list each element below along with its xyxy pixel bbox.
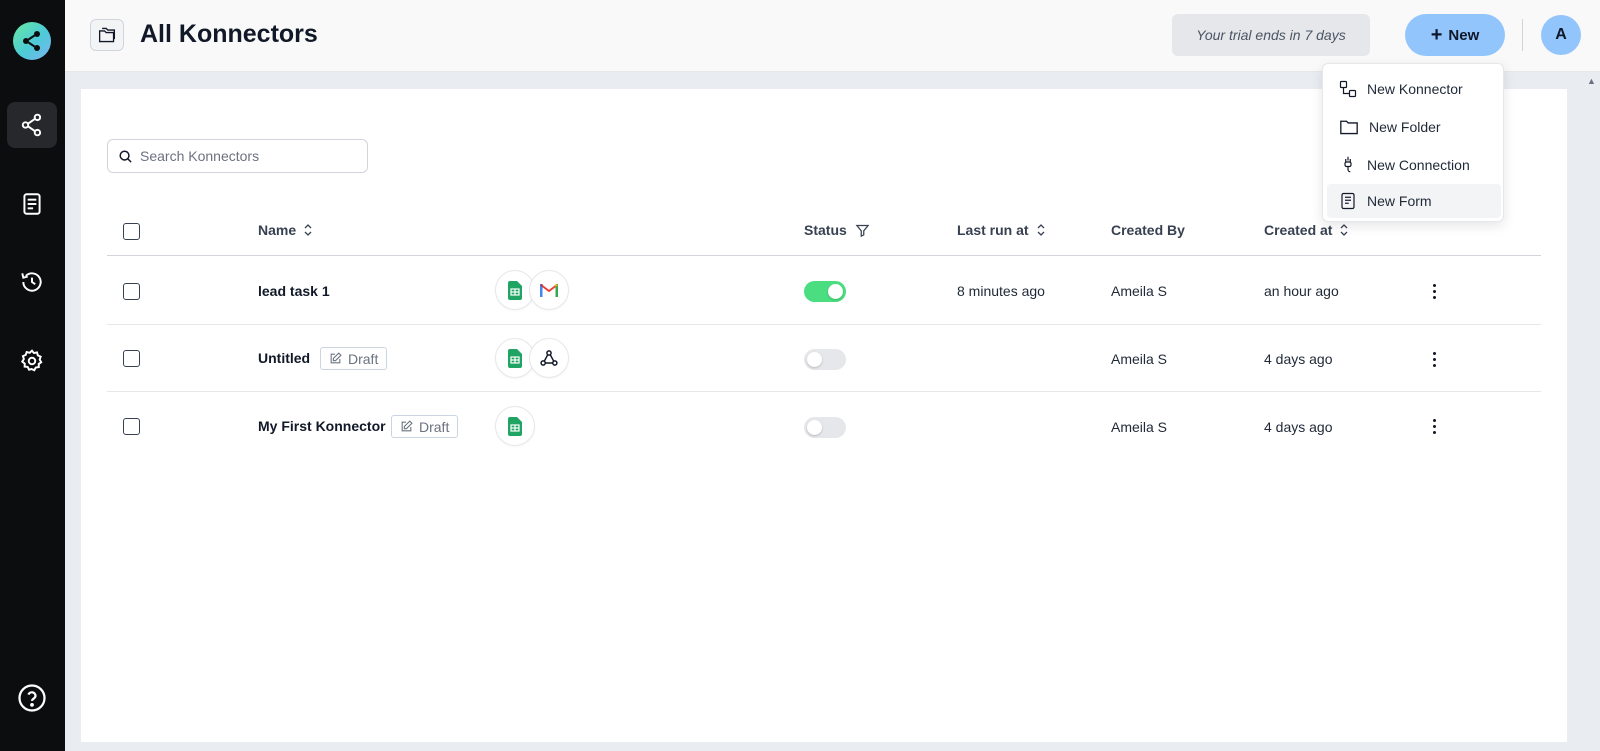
sort-icon	[304, 224, 312, 236]
konnectify-logo[interactable]	[13, 22, 51, 60]
menu-item-label: New Folder	[1369, 119, 1441, 135]
search-icon	[119, 150, 132, 163]
sort-icon	[1341, 224, 1348, 236]
search-box[interactable]	[107, 139, 368, 173]
scroll-up-arrow[interactable]: ▲	[1587, 76, 1596, 86]
google-sheets-icon	[495, 406, 535, 446]
edit-icon	[330, 352, 342, 364]
user-avatar[interactable]: A	[1541, 15, 1581, 55]
share-icon	[23, 31, 40, 51]
last-run-cell: 8 minutes ago	[957, 283, 1045, 299]
sort-icon	[1037, 224, 1045, 236]
new-dropdown-menu: New Konnector New Folder New Connection …	[1322, 63, 1504, 222]
row-checkbox[interactable]	[123, 350, 140, 367]
toggle-knob	[828, 284, 843, 299]
column-last-run-label: Last run at	[957, 222, 1029, 238]
konnector-name[interactable]: lead task 1	[258, 283, 330, 299]
page-title: All Konnectors	[140, 20, 318, 48]
created-at-cell: an hour ago	[1264, 283, 1339, 299]
column-header-last-run[interactable]: Last run at	[957, 222, 1045, 238]
toggle-knob	[807, 352, 822, 367]
column-header-created-by: Created By	[1111, 222, 1185, 238]
sidebar-item-history[interactable]	[7, 259, 57, 305]
status-toggle[interactable]	[804, 417, 846, 438]
trial-notice: Your trial ends in 7 days	[1172, 14, 1370, 56]
column-created-at-label: Created at	[1264, 222, 1333, 238]
column-status-label: Status	[804, 222, 847, 238]
top-header: All Konnectors Your trial ends in 7 days…	[65, 0, 1600, 72]
menu-item-label: New Konnector	[1367, 81, 1463, 97]
menu-item-new-konnector[interactable]: New Konnector	[1327, 72, 1501, 106]
row-checkbox[interactable]	[123, 418, 140, 435]
column-header-created-at[interactable]: Created at	[1264, 222, 1348, 238]
row-actions-menu-icon[interactable]	[1428, 349, 1440, 369]
history-icon	[21, 272, 42, 292]
row-checkbox[interactable]	[123, 283, 140, 300]
folders-toggle-button[interactable]	[90, 19, 124, 51]
draft-label: Draft	[348, 350, 379, 367]
edit-icon	[401, 420, 413, 432]
plus-icon: +	[1430, 24, 1443, 46]
sidebar-item-forms[interactable]	[7, 181, 57, 227]
menu-item-new-folder[interactable]: New Folder	[1327, 110, 1501, 144]
webhook-icon	[529, 338, 569, 378]
row-actions-menu-icon[interactable]	[1428, 416, 1440, 436]
table-header-divider	[107, 255, 1541, 256]
folder-icon	[1340, 120, 1358, 135]
sidebar-item-settings[interactable]	[7, 338, 57, 384]
menu-item-label: New Connection	[1367, 157, 1470, 173]
sidebar	[0, 0, 65, 751]
select-all-checkbox[interactable]	[123, 223, 140, 240]
konnector-name[interactable]: Untitled	[258, 350, 310, 366]
status-toggle[interactable]	[804, 281, 846, 302]
column-created-by-label: Created By	[1111, 222, 1185, 238]
folders-icon	[98, 27, 116, 43]
created-by-cell: Ameila S	[1111, 351, 1168, 367]
menu-item-new-connection[interactable]: New Connection	[1327, 148, 1501, 182]
help-icon	[18, 684, 46, 712]
draft-badge: Draft	[320, 347, 388, 370]
search-input[interactable]	[140, 140, 360, 172]
filter-icon	[855, 224, 870, 237]
toggle-knob	[807, 420, 822, 435]
draft-badge: Draft	[391, 415, 459, 438]
row-actions-menu-icon[interactable]	[1428, 281, 1440, 301]
gmail-icon	[529, 270, 569, 310]
menu-item-new-form[interactable]: New Form	[1327, 184, 1501, 218]
created-by-cell: Ameila S	[1111, 419, 1168, 435]
row-divider	[107, 324, 1541, 325]
konnectors-icon	[21, 113, 42, 137]
draft-label: Draft	[419, 418, 450, 435]
status-toggle[interactable]	[804, 349, 846, 370]
konnector-name[interactable]: My First Konnector	[258, 418, 386, 434]
menu-item-label: New Form	[1367, 193, 1432, 209]
column-header-status[interactable]: Status	[804, 222, 870, 238]
sidebar-item-konnectors[interactable]	[7, 102, 57, 148]
plug-icon	[1344, 156, 1352, 173]
column-header-name[interactable]: Name	[258, 222, 312, 238]
forms-icon	[23, 193, 41, 215]
row-divider	[107, 391, 1541, 392]
form-icon	[1341, 192, 1355, 210]
created-at-cell: 4 days ago	[1264, 419, 1333, 435]
header-divider	[1522, 19, 1523, 51]
created-at-cell: 4 days ago	[1264, 351, 1333, 367]
konnector-icon	[1339, 80, 1357, 98]
created-by-cell: Ameila S	[1111, 283, 1168, 299]
new-button[interactable]: + New	[1405, 14, 1505, 56]
help-button[interactable]	[16, 682, 48, 714]
new-button-label: New	[1448, 26, 1480, 44]
settings-icon	[20, 349, 43, 372]
column-name-label: Name	[258, 222, 297, 238]
